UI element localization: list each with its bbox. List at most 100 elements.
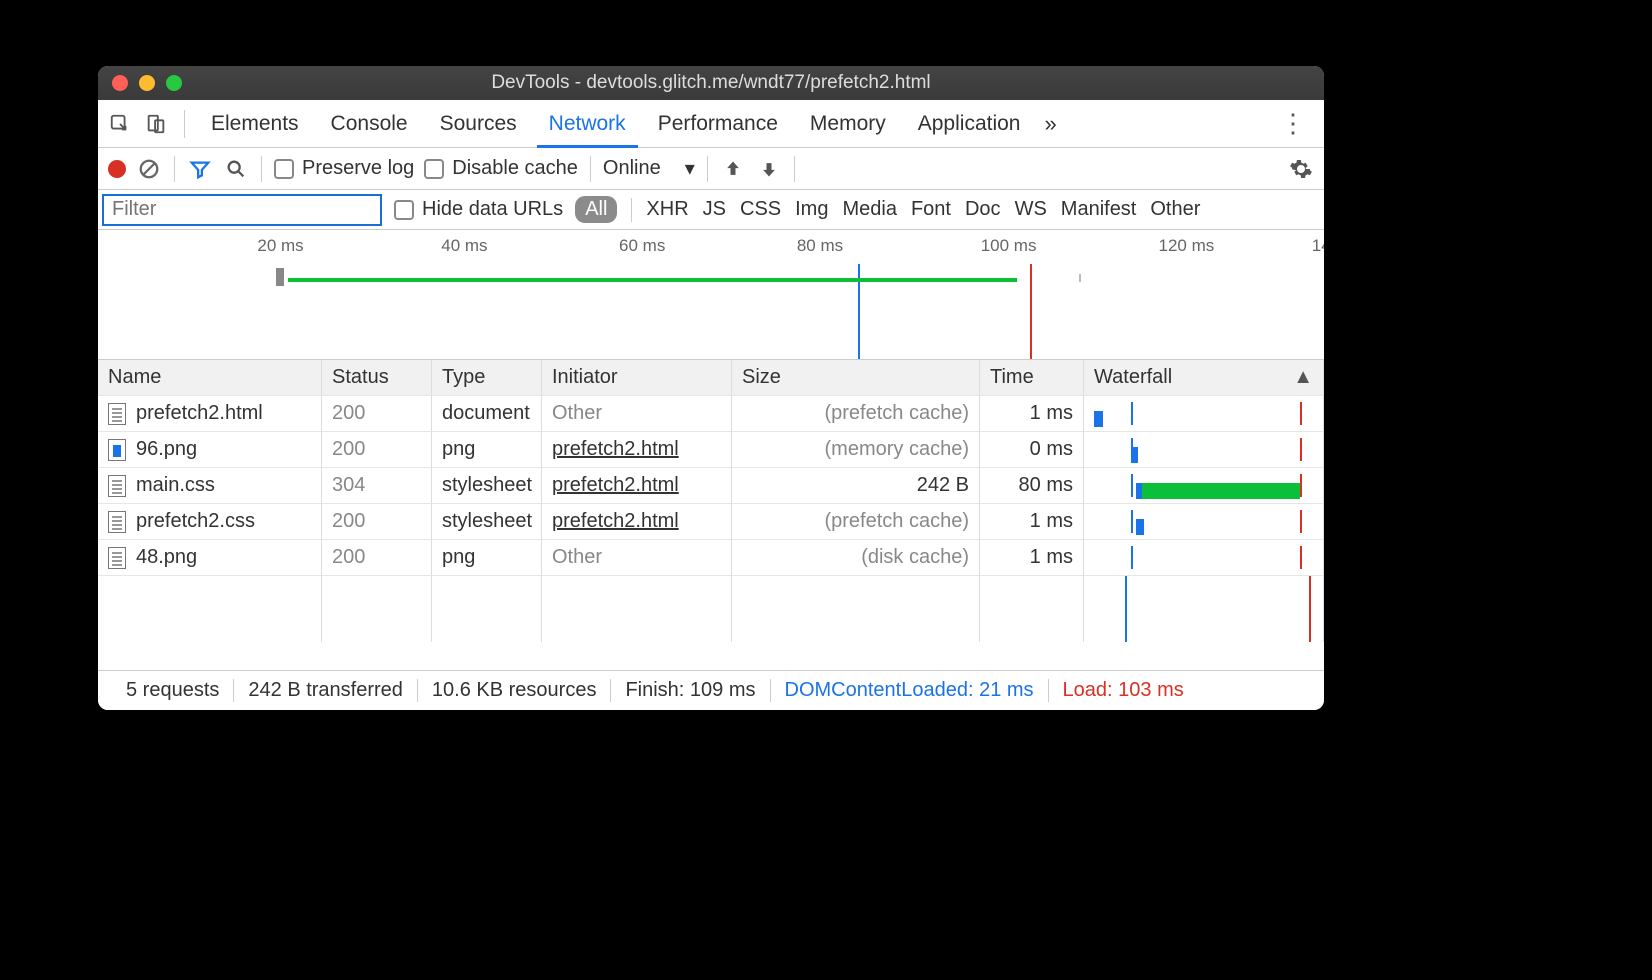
filter-type-css[interactable]: CSS [740,198,781,221]
filter-type-other[interactable]: Other [1150,198,1200,221]
waterfall-cell[interactable] [1084,468,1324,504]
preserve-log-checkbox[interactable]: Preserve log [274,157,414,180]
filter-type-media[interactable]: Media [842,198,896,221]
minimize-icon[interactable] [139,75,155,91]
filter-input[interactable] [102,194,382,226]
dcl-line [1131,438,1133,461]
waterfall-cell[interactable] [1084,504,1324,540]
filter-type-js[interactable]: JS [703,198,726,221]
col-name[interactable]: Name [98,360,322,396]
initiator-link[interactable]: prefetch2.html [552,438,679,461]
record-icon[interactable] [108,160,126,178]
disable-cache-checkbox[interactable]: Disable cache [424,157,578,180]
table-cell[interactable]: (disk cache) [732,540,980,576]
table-cell[interactable]: document [432,396,542,432]
table-cell[interactable]: 200 [322,432,432,468]
dcl-line [1131,402,1133,425]
sort-asc-icon: ▲ [1293,366,1313,389]
table-cell[interactable]: prefetch2.html [98,396,322,432]
upload-har-icon[interactable] [720,156,746,182]
table-cell[interactable]: 200 [322,396,432,432]
filter-type-manifest[interactable]: Manifest [1061,198,1137,221]
dcl-line [1131,474,1133,497]
load-line [1300,402,1302,425]
filter-type-font[interactable]: Font [911,198,951,221]
waterfall-cell[interactable] [1084,396,1324,432]
tab-sources[interactable]: Sources [428,100,529,148]
filter-type-doc[interactable]: Doc [965,198,1001,221]
close-icon[interactable] [112,75,128,91]
table-cell[interactable]: Other [542,396,732,432]
table-cell[interactable]: main.css [98,468,322,504]
window-title: DevTools - devtools.glitch.me/wndt77/pre… [98,72,1324,94]
initiator-link[interactable]: prefetch2.html [552,474,679,497]
waterfall-bar-ttfb [1142,483,1300,499]
tab-console[interactable]: Console [319,100,420,148]
table-cell[interactable]: 48.png [98,540,322,576]
titlebar[interactable]: DevTools - devtools.glitch.me/wndt77/pre… [98,66,1324,100]
tab-elements[interactable]: Elements [199,100,311,148]
table-cell[interactable]: stylesheet [432,468,542,504]
col-waterfall[interactable]: Waterfall▲ [1084,360,1324,396]
network-toolbar: Preserve log Disable cache Online ▾ [98,148,1324,190]
filter-type-xhr[interactable]: XHR [646,198,688,221]
table-cell[interactable]: png [432,432,542,468]
table-cell[interactable]: png [432,540,542,576]
tab-network[interactable]: Network [537,100,638,148]
table-cell[interactable]: 0 ms [980,432,1084,468]
gear-icon[interactable] [1288,156,1314,182]
table-cell[interactable]: 1 ms [980,396,1084,432]
load-line [1300,510,1302,533]
load-line [1300,474,1302,497]
table-cell[interactable]: 80 ms [980,468,1084,504]
initiator-link[interactable]: prefetch2.html [552,510,679,533]
hide-data-urls-checkbox[interactable]: Hide data URLs [394,198,563,221]
table-cell[interactable]: 200 [322,504,432,540]
col-initiator[interactable]: Initiator [542,360,732,396]
device-toggle-icon[interactable] [142,110,170,138]
throttle-select[interactable]: Online ▾ [603,156,695,181]
table-cell[interactable]: prefetch2.html [542,468,732,504]
col-type[interactable]: Type [432,360,542,396]
table-cell[interactable]: (prefetch cache) [732,396,980,432]
table-cell[interactable]: 96.png [98,432,322,468]
inspect-icon[interactable] [106,110,134,138]
col-status[interactable]: Status [322,360,432,396]
table-cell[interactable]: prefetch2.html [542,504,732,540]
table-cell[interactable]: (memory cache) [732,432,980,468]
table-cell[interactable]: 200 [322,540,432,576]
tab-performance[interactable]: Performance [646,100,790,148]
table-cell[interactable]: 242 B [732,468,980,504]
table-cell[interactable]: stylesheet [432,504,542,540]
table-cell[interactable]: prefetch2.html [542,432,732,468]
table-cell[interactable]: 304 [322,468,432,504]
clear-icon[interactable] [136,156,162,182]
tabs-overflow[interactable]: » [1044,111,1056,137]
kebab-menu-icon[interactable]: ⋮ [1270,108,1316,139]
table-cell[interactable]: prefetch2.css [98,504,322,540]
filter-type-all[interactable]: All [575,196,617,223]
filter-type-img[interactable]: Img [795,198,828,221]
filter-type-ws[interactable]: WS [1015,198,1047,221]
status-transferred: 242 B transferred [234,679,418,702]
table-cell[interactable]: Other [542,540,732,576]
search-icon[interactable] [223,156,249,182]
table-cell[interactable]: 1 ms [980,540,1084,576]
timeline-handle[interactable] [276,268,284,286]
zoom-icon[interactable] [166,75,182,91]
filter-icon[interactable] [187,156,213,182]
waterfall-cell[interactable] [1084,540,1324,576]
col-size[interactable]: Size [732,360,980,396]
table-cell[interactable]: 1 ms [980,504,1084,540]
tab-application[interactable]: Application [906,100,1033,148]
devtools-window: DevTools - devtools.glitch.me/wndt77/pre… [98,66,1324,710]
table-cell[interactable]: (prefetch cache) [732,504,980,540]
col-time[interactable]: Time [980,360,1084,396]
download-har-icon[interactable] [756,156,782,182]
status-load: Load: 103 ms [1049,679,1198,702]
timeline-overview[interactable]: 20 ms40 ms60 ms80 ms100 ms120 ms14 [98,230,1324,360]
tab-memory[interactable]: Memory [798,100,898,148]
waterfall-cell[interactable] [1084,432,1324,468]
timeline-tick: 14 [1312,236,1324,256]
timeline-activity [288,278,1017,282]
